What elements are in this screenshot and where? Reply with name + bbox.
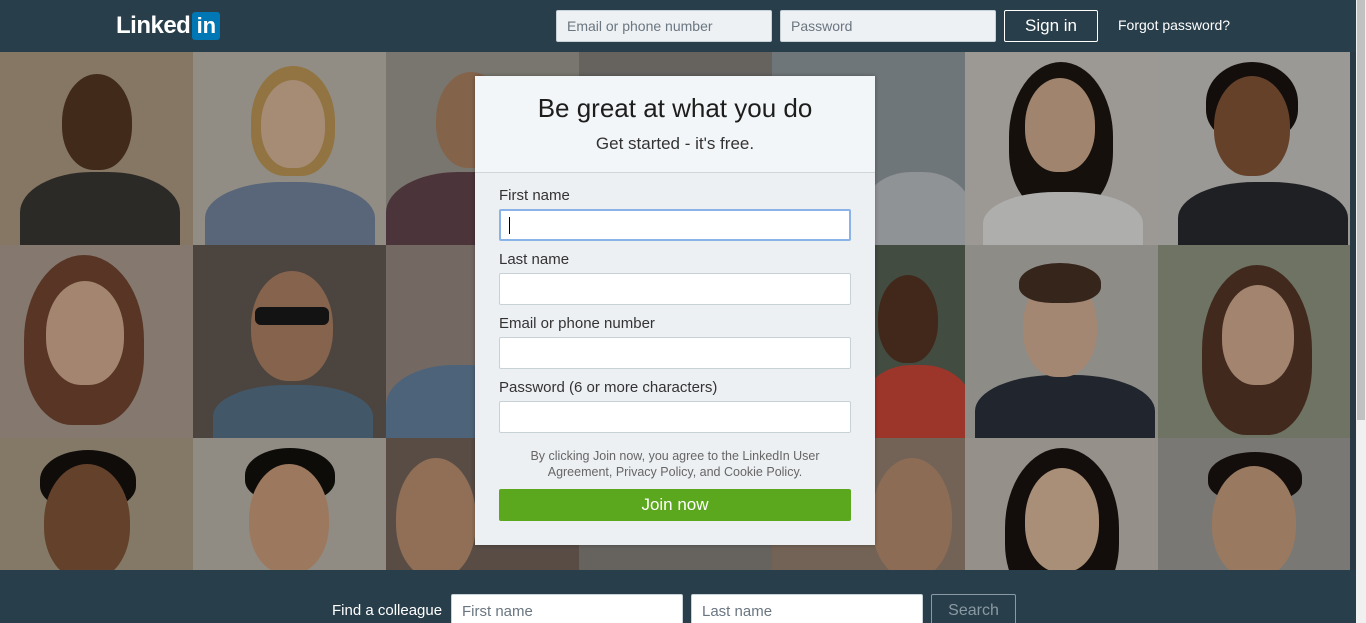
password-label: Password (6 or more characters) xyxy=(499,379,718,396)
agreement-text: By clicking Join now, you agree to the L… xyxy=(530,449,820,479)
colleague-last-name-input[interactable] xyxy=(691,594,923,623)
header-password-input[interactable] xyxy=(780,10,996,42)
top-nav: Linked in Sign in Forgot password? xyxy=(0,0,1356,52)
first-name-label: First name xyxy=(499,187,570,204)
photo-tile xyxy=(965,438,1158,570)
last-name-label: Last name xyxy=(499,251,570,268)
find-colleague-bar: Find a colleague Search xyxy=(0,570,1356,623)
linkedin-logo[interactable]: Linked in xyxy=(116,11,221,41)
photo-tile xyxy=(0,245,193,438)
photo-tile xyxy=(1158,52,1350,245)
header-email-input[interactable] xyxy=(556,10,772,42)
email-input[interactable] xyxy=(499,337,851,369)
logo-wordmark: Linked xyxy=(116,12,191,39)
join-title: Be great at what you do xyxy=(537,93,813,123)
photo-tile xyxy=(965,52,1158,245)
email-label: Email or phone number xyxy=(499,315,655,332)
photo-tile xyxy=(193,52,386,245)
join-now-button[interactable]: Join now xyxy=(499,489,851,521)
photo-tile xyxy=(193,245,386,438)
join-form-panel: Be great at what you do Get started - it… xyxy=(475,76,875,545)
photo-tile xyxy=(0,52,193,245)
last-name-input[interactable] xyxy=(499,273,851,305)
photo-tile xyxy=(1158,438,1350,570)
text-caret xyxy=(509,217,510,234)
photo-tile xyxy=(0,438,193,570)
colleague-first-name-input[interactable] xyxy=(451,594,683,623)
photo-tile xyxy=(1158,245,1350,438)
find-colleague-label: Find a colleague xyxy=(332,602,443,619)
photo-tile xyxy=(965,245,1158,438)
forgot-password-link[interactable]: Forgot password? xyxy=(1118,17,1230,33)
join-form-header: Be great at what you do Get started - it… xyxy=(475,76,875,173)
sign-in-button[interactable]: Sign in xyxy=(1004,10,1098,42)
join-subtitle: Get started - it's free. xyxy=(595,134,755,153)
logo-in-badge: in xyxy=(192,12,221,40)
password-input[interactable] xyxy=(499,401,851,433)
colleague-search-button[interactable]: Search xyxy=(931,594,1016,623)
photo-tile xyxy=(193,438,386,570)
first-name-input[interactable] xyxy=(499,209,851,241)
scrollbar-thumb[interactable] xyxy=(1357,0,1365,420)
